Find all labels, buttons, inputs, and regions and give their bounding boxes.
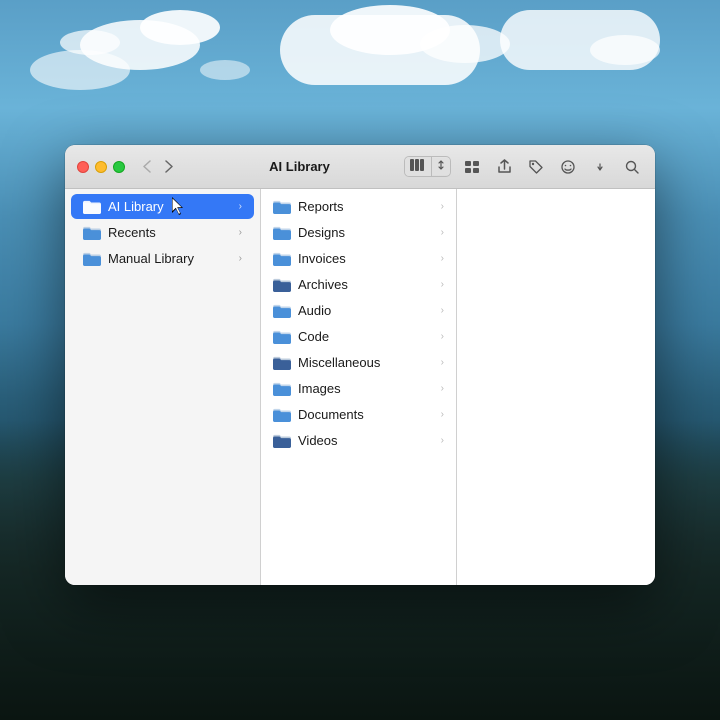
- col-item-audio[interactable]: Audio ›: [261, 298, 456, 323]
- toolbar-right: [404, 156, 643, 178]
- col-chevron-miscellaneous: ›: [441, 357, 444, 368]
- content-area: AI Library › Recents › Manual Library: [65, 189, 655, 585]
- finder-window: AI Library: [65, 145, 655, 585]
- cloud-layer: [0, 0, 720, 160]
- traffic-lights: [77, 161, 125, 173]
- sidebar-item-ai-library[interactable]: AI Library ›: [71, 194, 254, 219]
- col-item-archives[interactable]: Archives ›: [261, 272, 456, 297]
- col-chevron-invoices: ›: [441, 253, 444, 264]
- view-sort-btn[interactable]: [432, 158, 450, 175]
- sidebar-label-ai-library: AI Library: [108, 199, 239, 214]
- view-control[interactable]: [404, 156, 451, 177]
- col-item-videos[interactable]: Videos ›: [261, 428, 456, 453]
- sort-chevron-icon[interactable]: [589, 156, 611, 178]
- col-item-documents[interactable]: Documents ›: [261, 402, 456, 427]
- title-bar: AI Library: [65, 145, 655, 189]
- col-item-images[interactable]: Images ›: [261, 376, 456, 401]
- emoji-icon[interactable]: [557, 156, 579, 178]
- sidebar-label-manual-library: Manual Library: [108, 251, 239, 266]
- view-columns-btn[interactable]: [405, 157, 432, 176]
- col-label-designs: Designs: [298, 225, 441, 240]
- col-label-documents: Documents: [298, 407, 441, 422]
- sidebar-item-recents[interactable]: Recents ›: [71, 220, 254, 245]
- col-label-invoices: Invoices: [298, 251, 441, 266]
- sidebar: AI Library › Recents › Manual Library: [65, 189, 261, 585]
- col-item-code[interactable]: Code ›: [261, 324, 456, 349]
- col-label-miscellaneous: Miscellaneous: [298, 355, 441, 370]
- maximize-button[interactable]: [113, 161, 125, 173]
- sidebar-item-manual-library[interactable]: Manual Library ›: [71, 246, 254, 271]
- back-button[interactable]: [137, 157, 157, 177]
- middle-column: Reports › Designs › Invoices ›: [261, 189, 457, 585]
- sidebar-label-recents: Recents: [108, 225, 239, 240]
- sidebar-chevron-manual-library: ›: [239, 253, 242, 264]
- right-column: [457, 189, 655, 585]
- col-chevron-documents: ›: [441, 409, 444, 420]
- close-button[interactable]: [77, 161, 89, 173]
- col-label-code: Code: [298, 329, 441, 344]
- search-icon[interactable]: [621, 156, 643, 178]
- col-chevron-designs: ›: [441, 227, 444, 238]
- col-item-reports[interactable]: Reports ›: [261, 194, 456, 219]
- col-label-images: Images: [298, 381, 441, 396]
- col-chevron-archives: ›: [441, 279, 444, 290]
- grid-view-icon[interactable]: [461, 156, 483, 178]
- col-chevron-code: ›: [441, 331, 444, 342]
- col-chevron-images: ›: [441, 383, 444, 394]
- col-item-designs[interactable]: Designs ›: [261, 220, 456, 245]
- forward-button[interactable]: [159, 157, 179, 177]
- col-item-miscellaneous[interactable]: Miscellaneous ›: [261, 350, 456, 375]
- window-title: AI Library: [195, 159, 404, 174]
- col-label-reports: Reports: [298, 199, 441, 214]
- col-label-archives: Archives: [298, 277, 441, 292]
- col-label-audio: Audio: [298, 303, 441, 318]
- col-label-videos: Videos: [298, 433, 441, 448]
- tag-icon[interactable]: [525, 156, 547, 178]
- share-icon[interactable]: [493, 156, 515, 178]
- col-item-invoices[interactable]: Invoices ›: [261, 246, 456, 271]
- col-chevron-reports: ›: [441, 201, 444, 212]
- minimize-button[interactable]: [95, 161, 107, 173]
- sidebar-chevron-ai-library: ›: [239, 201, 242, 212]
- sidebar-chevron-recents: ›: [239, 227, 242, 238]
- col-chevron-audio: ›: [441, 305, 444, 316]
- nav-arrows: [137, 157, 179, 177]
- col-chevron-videos: ›: [441, 435, 444, 446]
